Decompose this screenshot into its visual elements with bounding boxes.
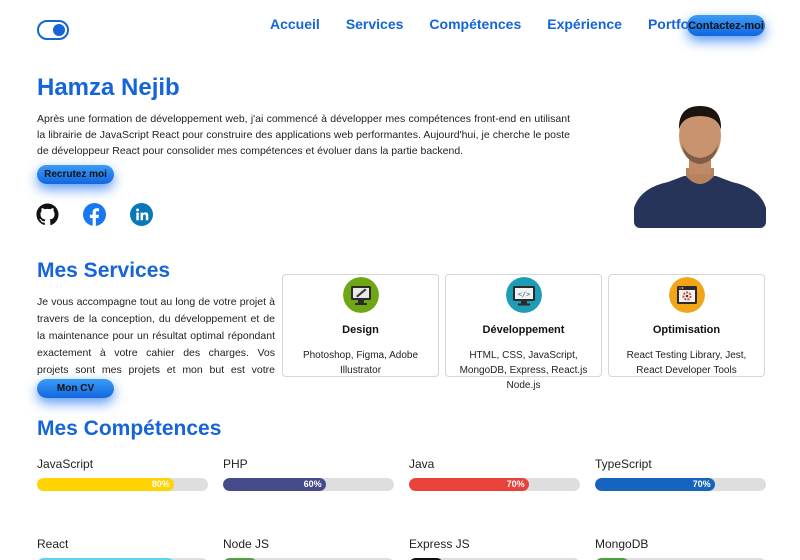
hero-intro: Après une formation de développement web… (37, 113, 570, 157)
skill-name: TypeScript (595, 457, 652, 471)
skill-name: Java (409, 457, 435, 471)
skill-name: Node JS (223, 537, 270, 551)
skill-progress-fill: 70% (409, 478, 529, 491)
settings-window-icon (669, 277, 705, 313)
service-card-description: HTML, CSS, JavaScript, MongoDB, Express,… (459, 350, 588, 391)
skill-name: PHP (223, 457, 248, 471)
skill-express-js: Express JS20% (409, 537, 580, 560)
nav-link-services[interactable]: Services (346, 16, 404, 32)
service-card-design: Design Photoshop, Figma, Adobe Illustrat… (282, 274, 439, 377)
nav-link-experience[interactable]: Expérience (547, 16, 622, 32)
service-card-title: Optimisation (652, 324, 721, 336)
skill-name: JavaScript (37, 457, 94, 471)
skill-php: PHP 60% (223, 457, 394, 491)
skill-percent-label: 80% (151, 479, 170, 489)
toggle-logo-icon[interactable] (37, 20, 69, 40)
skill-typescript: TypeScript 70% (595, 457, 766, 491)
nav-links: Accueil Services Compétences Expérience … (270, 16, 706, 32)
cv-button[interactable]: Mon CV (37, 379, 114, 398)
skill-progress-track: 60% (223, 478, 394, 491)
skill-node-js: Node JS20% (223, 537, 394, 560)
recruit-button[interactable]: Recrutez moi (37, 165, 114, 184)
skill-progress-track: 70% (409, 478, 580, 491)
design-monitor-icon (343, 277, 379, 313)
social-links (36, 203, 153, 226)
service-card-title: Design (342, 324, 379, 336)
service-card-description: React Testing Library, Jest, React Devel… (626, 350, 747, 376)
nav-link-competences[interactable]: Compétences (429, 16, 521, 32)
svg-text:</>: </> (518, 291, 531, 299)
skill-progress-fill: 80% (37, 478, 174, 491)
skill-java: Java 70% (409, 457, 580, 491)
contact-button[interactable]: Contactez-moi (687, 15, 765, 36)
github-icon[interactable] (36, 203, 59, 226)
service-card-development: </> Développement HTML, CSS, JavaScript,… (445, 274, 602, 391)
facebook-icon[interactable] (83, 203, 106, 226)
skill-progress-fill: 70% (595, 478, 715, 491)
skill-name: Express JS (409, 537, 470, 551)
code-monitor-icon: </> (506, 277, 542, 313)
skill-progress-track: 80% (37, 478, 208, 491)
skill-progress-track: 70% (595, 478, 766, 491)
skill-name: React (37, 537, 69, 551)
services-title: Mes Services (37, 259, 171, 282)
skill-percent-label: 60% (303, 479, 322, 489)
skill-progress-fill: 60% (223, 478, 326, 491)
skill-name: MongoDB (595, 537, 649, 551)
logo-knob (53, 24, 65, 36)
service-cards: Design Photoshop, Figma, Adobe Illustrat… (282, 274, 765, 391)
skill-mongodb: MongoDB20% (595, 537, 766, 560)
profile-photo (634, 96, 766, 228)
skill-percent-label: 70% (506, 479, 525, 489)
hero-name: Hamza Nejib (37, 74, 180, 101)
nav-link-accueil[interactable]: Accueil (270, 16, 320, 32)
service-card-title: Développement (482, 324, 565, 336)
top-navbar: Accueil Services Compétences Expérience … (0, 0, 800, 60)
service-card-optimisation: Optimisation React Testing Library, Jest… (608, 274, 765, 377)
linkedin-icon[interactable] (130, 203, 153, 226)
skill-javascript: JavaScript 80% (37, 457, 208, 491)
skill-react: React80% (37, 537, 208, 560)
skill-percent-label: 70% (692, 479, 711, 489)
skills-title: Mes Compétences (37, 417, 222, 440)
service-card-description: Photoshop, Figma, Adobe Illustrator (302, 350, 419, 376)
skills-grid: JavaScript 80% PHP 60% Java 70% TypeScript 70% R… (37, 457, 766, 560)
